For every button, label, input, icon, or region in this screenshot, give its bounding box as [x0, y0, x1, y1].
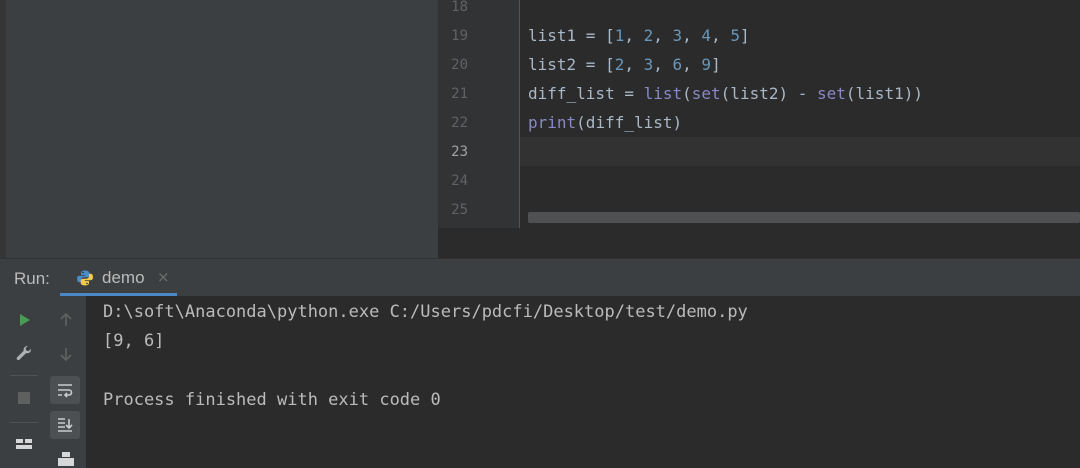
line-number-current: 23: [451, 144, 468, 160]
console-output-line: [9, 6]: [103, 331, 165, 351]
print-icon[interactable]: [54, 448, 78, 468]
toolbar-separator: [10, 375, 38, 376]
line-number: 24: [451, 173, 468, 189]
project-panel: [0, 0, 438, 258]
horizontal-scrollbar[interactable]: [528, 212, 1080, 223]
layout-icon[interactable]: [12, 432, 36, 456]
editor-bottom-area: [438, 228, 1080, 258]
line-number: 18: [451, 0, 468, 15]
tab-demo[interactable]: demo ×: [60, 259, 177, 297]
down-arrow-icon[interactable]: [54, 342, 78, 366]
stop-icon[interactable]: [12, 386, 36, 410]
close-icon[interactable]: ×: [157, 268, 170, 286]
current-line-highlight: [520, 137, 1080, 166]
toolbar-separator: [10, 422, 38, 423]
soft-wrap-icon[interactable]: [50, 376, 80, 404]
line-number: 20: [451, 57, 468, 73]
line-number: 25: [451, 202, 468, 218]
wrench-icon[interactable]: [12, 342, 36, 366]
tab-label: demo: [102, 268, 145, 287]
code-line-21: diff_list = list(set(list2) - set(list1)…: [528, 84, 923, 103]
up-arrow-icon[interactable]: [54, 308, 78, 332]
code-line-20: list2 = [2, 3, 6, 9]: [528, 55, 721, 74]
run-label: Run:: [14, 269, 50, 288]
console-exit-message: Process finished with exit code 0: [103, 390, 441, 410]
scroll-to-end-icon[interactable]: [50, 411, 80, 439]
run-toolbar: [0, 296, 86, 468]
code-line-19: list1 = [1, 2, 3, 4, 5]: [528, 26, 750, 45]
line-number: 22: [451, 115, 468, 131]
line-number: 21: [451, 86, 468, 102]
code-line-22: print(diff_list): [528, 113, 683, 132]
run-tool-window-header: Run: demo ×: [0, 258, 1080, 297]
run-icon[interactable]: [12, 308, 36, 332]
console-command-line: D:\soft\Anaconda\python.exe C:/Users/pdc…: [103, 302, 748, 322]
line-number: 19: [451, 28, 468, 44]
left-stripe: [0, 0, 6, 258]
python-icon: [76, 269, 94, 287]
